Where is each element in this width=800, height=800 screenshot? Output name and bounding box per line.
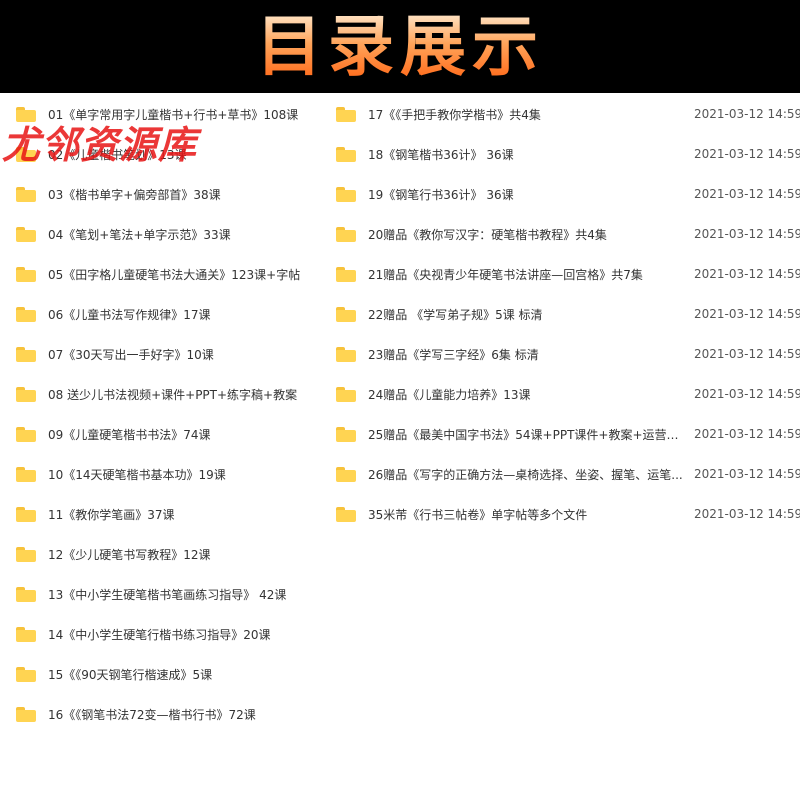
folder-name[interactable]: 11《教你学笔画》37课 [48, 506, 175, 523]
folder-name[interactable]: 09《儿童硬笔楷书书法》74课 [48, 426, 211, 443]
folder-name[interactable]: 23赠品《学写三字经》6集 标清 [368, 346, 686, 363]
folder-row[interactable]: 08 送少儿书法视频+课件+PPT+练字稿+教案 [16, 374, 334, 414]
folder-icon [16, 346, 36, 362]
folder-row[interactable]: 22赠品 《学写弟子规》5课 标清 2021-03-12 14:59 [336, 294, 800, 334]
modified-date: 2021-03-12 14:59 [694, 267, 800, 281]
folder-name[interactable]: 18《钢笔楷书36计》 36课 [368, 146, 686, 163]
folder-icon [16, 186, 36, 202]
folder-row[interactable]: 04《笔划+笔法+单字示范》33课 [16, 214, 334, 254]
folder-icon [16, 626, 36, 642]
folder-row[interactable]: 11《教你学笔画》37课 [16, 494, 334, 534]
folder-row[interactable]: 14《中小学生硬笔行楷书练习指导》20课 [16, 614, 334, 654]
folder-row[interactable]: 17《《手把手教你学楷书》共4集 2021-03-12 14:59 [336, 94, 800, 134]
folder-icon [336, 386, 356, 402]
folder-icon [16, 266, 36, 282]
folder-name[interactable]: 17《《手把手教你学楷书》共4集 [368, 106, 686, 123]
folder-icon [16, 226, 36, 242]
folder-row[interactable]: 19《钢笔行书36计》 36课 2021-03-12 14:59 [336, 174, 800, 214]
modified-date: 2021-03-12 14:59 [694, 507, 800, 521]
folder-icon [16, 426, 36, 442]
folder-name[interactable]: 02《儿童楷书笔划》13课 [48, 146, 187, 163]
folder-icon [336, 266, 356, 282]
folder-row[interactable]: 13《中小学生硬笔楷书笔画练习指导》 42课 [16, 574, 334, 614]
modified-date: 2021-03-12 14:59 [694, 387, 800, 401]
folder-row[interactable]: 20赠品《教你写汉字：硬笔楷书教程》共4集 2021-03-12 14:59 [336, 214, 800, 254]
folder-icon [16, 306, 36, 322]
folder-row[interactable]: 35米芾《行书三帖卷》单字帖等多个文件 2021-03-12 14:59 [336, 494, 800, 534]
folder-name[interactable]: 14《中小学生硬笔行楷书练习指导》20课 [48, 626, 271, 643]
folder-name[interactable]: 16《《钢笔书法72变—楷书行书》72课 [48, 706, 256, 723]
modified-date: 2021-03-12 14:59 [694, 427, 800, 441]
folder-icon [16, 466, 36, 482]
modified-date: 2021-03-12 14:59 [694, 187, 800, 201]
file-list-left: 01《单字常用字儿童楷书+行书+草书》108课 02《儿童楷书笔划》13课 03《楷… [16, 94, 334, 734]
folder-row[interactable]: 12《少儿硬笔书写教程》12课 [16, 534, 334, 574]
folder-name[interactable]: 13《中小学生硬笔楷书笔画练习指导》 42课 [48, 586, 286, 603]
folder-row[interactable]: 03《楷书单字+偏旁部首》38课 [16, 174, 334, 214]
folder-icon [16, 546, 36, 562]
folder-icon [16, 666, 36, 682]
folder-name[interactable]: 35米芾《行书三帖卷》单字帖等多个文件 [368, 506, 686, 523]
modified-date: 2021-03-12 14:59 [694, 147, 800, 161]
page-title: 目录展示 [256, 7, 544, 85]
folder-name[interactable]: 12《少儿硬笔书写教程》12课 [48, 546, 211, 563]
folder-row[interactable]: 07《30天写出一手好字》10课 [16, 334, 334, 374]
folder-icon [336, 466, 356, 482]
folder-name[interactable]: 24赠品《儿童能力培养》13课 [368, 386, 686, 403]
folder-name[interactable]: 25赠品《最美中国字书法》54课+PPT课件+教案+运营资... [368, 426, 686, 443]
folder-name[interactable]: 10《14天硬笔楷书基本功》19课 [48, 466, 226, 483]
folder-row[interactable]: 02《儿童楷书笔划》13课 [16, 134, 334, 174]
folder-row[interactable]: 05《田字格儿童硬笔书法大通关》123课+字帖 [16, 254, 334, 294]
folder-row[interactable]: 10《14天硬笔楷书基本功》19课 [16, 454, 334, 494]
folder-icon [336, 506, 356, 522]
folder-icon [16, 506, 36, 522]
modified-date: 2021-03-12 14:59 [694, 307, 800, 321]
folder-icon [336, 346, 356, 362]
folder-row[interactable]: 26赠品《写字的正确方法—桌椅选择、坐姿、握笔、运笔... 2021-03-12 … [336, 454, 800, 494]
folder-row[interactable]: 18《钢笔楷书36计》 36课 2021-03-12 14:59 [336, 134, 800, 174]
folder-icon [16, 386, 36, 402]
folder-icon [336, 426, 356, 442]
folder-icon [336, 186, 356, 202]
folder-name[interactable]: 04《笔划+笔法+单字示范》33课 [48, 226, 231, 243]
folder-row[interactable]: 23赠品《学写三字经》6集 标清 2021-03-12 14:59 [336, 334, 800, 374]
folder-icon [16, 706, 36, 722]
folder-name[interactable]: 06《儿童书法写作规律》17课 [48, 306, 211, 323]
folder-icon [336, 146, 356, 162]
modified-date: 2021-03-12 14:59 [694, 227, 800, 241]
folder-name[interactable]: 15《《90天钢笔行楷速成》5课 [48, 666, 212, 683]
folder-name[interactable]: 07《30天写出一手好字》10课 [48, 346, 214, 363]
file-list-right: 17《《手把手教你学楷书》共4集 2021-03-12 14:59 18《钢笔楷书3… [336, 94, 800, 534]
folder-row[interactable]: 16《《钢笔书法72变—楷书行书》72课 [16, 694, 334, 734]
modified-date: 2021-03-12 14:59 [694, 467, 800, 481]
folder-name[interactable]: 01《单字常用字儿童楷书+行书+草书》108课 [48, 106, 298, 123]
folder-icon [336, 306, 356, 322]
folder-name[interactable]: 21赠品《央视青少年硬笔书法讲座—回宫格》共7集 [368, 266, 686, 283]
folder-name[interactable]: 08 送少儿书法视频+课件+PPT+练字稿+教案 [48, 386, 297, 403]
folder-row[interactable]: 21赠品《央视青少年硬笔书法讲座—回宫格》共7集 2021-03-12 14:59 [336, 254, 800, 294]
folder-icon [16, 146, 36, 162]
folder-row[interactable]: 09《儿童硬笔楷书书法》74课 [16, 414, 334, 454]
modified-date: 2021-03-12 14:59 [694, 107, 800, 121]
modified-date: 2021-03-12 14:59 [694, 347, 800, 361]
folder-name[interactable]: 20赠品《教你写汉字：硬笔楷书教程》共4集 [368, 226, 686, 243]
folder-icon [16, 106, 36, 122]
folder-row[interactable]: 01《单字常用字儿童楷书+行书+草书》108课 [16, 94, 334, 134]
folder-row[interactable]: 06《儿童书法写作规律》17课 [16, 294, 334, 334]
folder-name[interactable]: 19《钢笔行书36计》 36课 [368, 186, 686, 203]
folder-icon [336, 106, 356, 122]
folder-row[interactable]: 25赠品《最美中国字书法》54课+PPT课件+教案+运营资... 2021-03-… [336, 414, 800, 454]
folder-name[interactable]: 26赠品《写字的正确方法—桌椅选择、坐姿、握笔、运笔... [368, 466, 686, 483]
header-banner: 目录展示 [0, 0, 800, 93]
folder-row[interactable]: 24赠品《儿童能力培养》13课 2021-03-12 14:59 [336, 374, 800, 414]
folder-name[interactable]: 22赠品 《学写弟子规》5课 标清 [368, 306, 686, 323]
folder-name[interactable]: 03《楷书单字+偏旁部首》38课 [48, 186, 221, 203]
folder-row[interactable]: 15《《90天钢笔行楷速成》5课 [16, 654, 334, 694]
folder-icon [16, 586, 36, 602]
folder-name[interactable]: 05《田字格儿童硬笔书法大通关》123课+字帖 [48, 266, 300, 283]
folder-icon [336, 226, 356, 242]
